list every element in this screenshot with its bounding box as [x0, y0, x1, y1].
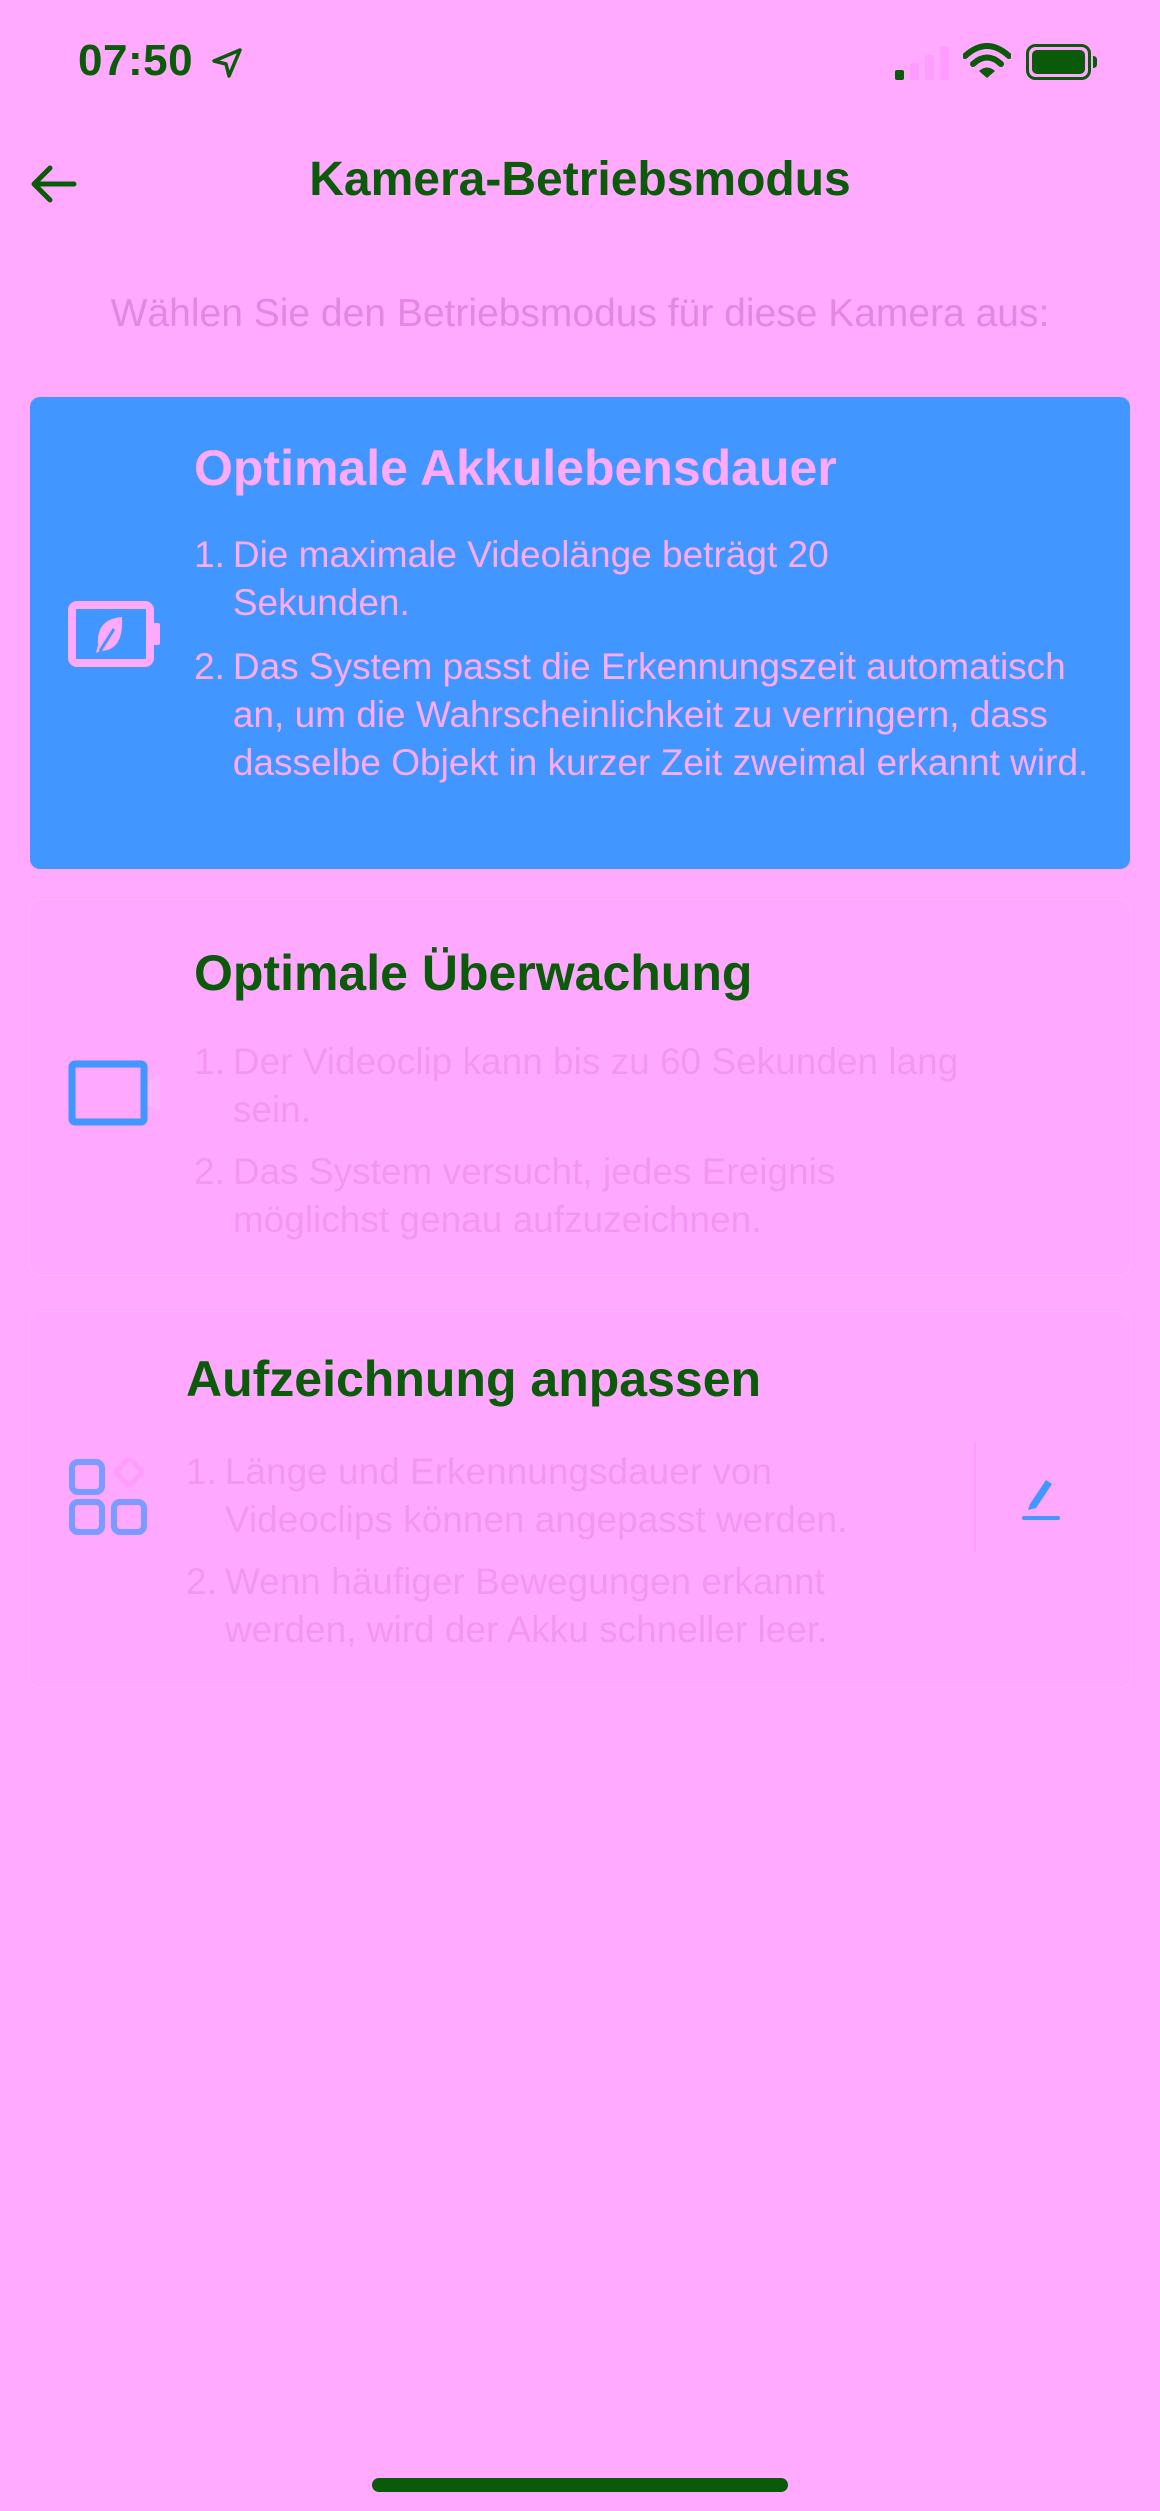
- item-text: Länge und Erkennungsdauer von Videoclips…: [224, 1451, 848, 1540]
- item-number: 2.: [194, 646, 225, 687]
- item-number: 1.: [186, 1451, 217, 1492]
- item-number: 1.: [194, 534, 225, 575]
- page-title: Kamera-Betriebsmodus: [309, 153, 851, 206]
- mode-card-custom[interactable]: Aufzeichnung anpassen 1. Länge und Erken…: [30, 1312, 1130, 1687]
- instruction-text: Wählen Sie den Betriebsmodus für diese K…: [110, 292, 1050, 335]
- mode-card-battery[interactable]: Optimale Akkulebensdauer 1. Die maximale…: [30, 397, 1130, 869]
- battery-leaf-icon: [68, 601, 160, 667]
- mode-feature-item: 2. Wenn häufiger Bewegungen erkannt werd…: [186, 1558, 966, 1654]
- screen: 07:50 Kamera-Betriebsmodus Wählen Sie de…: [0, 0, 1160, 2511]
- edit-divider: [974, 1442, 976, 1552]
- location-arrow-icon: [212, 48, 242, 78]
- battery-icon: [1026, 44, 1097, 80]
- item-number: 1.: [194, 1041, 225, 1082]
- item-text: Der Videoclip kann bis zu 60 Sekunden la…: [232, 1041, 959, 1130]
- mode-feature-item: 2. Das System versucht, jedes Ereignis m…: [194, 1148, 1044, 1244]
- status-bar: 07:50: [0, 0, 1160, 130]
- item-text: Das System passt die Erkennungszeit auto…: [232, 646, 1089, 783]
- mode-feature-item: 1. Die maximale Videolänge beträgt 20 Se…: [194, 531, 1044, 627]
- mode-feature-item: 1. Länge und Erkennungsdauer von Videocl…: [186, 1448, 966, 1544]
- customize-grid-icon: [69, 1458, 147, 1535]
- item-number: 2.: [186, 1561, 217, 1602]
- item-number: 2.: [194, 1151, 225, 1192]
- home-indicator[interactable]: [372, 2478, 788, 2492]
- cellular-signal-icon: [895, 46, 949, 80]
- mode-title: Optimale Überwachung: [194, 945, 753, 1001]
- mode-feature-item: 2. Das System passt die Erkennungszeit a…: [194, 643, 1114, 787]
- video-camera-icon: [68, 1060, 160, 1126]
- item-text: Das System versucht, jedes Ereignis mögl…: [232, 1151, 836, 1240]
- mode-title: Aufzeichnung anpassen: [186, 1351, 762, 1407]
- pencil-icon[interactable]: [1006, 1462, 1076, 1532]
- mode-card-surveillance[interactable]: Optimale Überwachung 1. Der Videoclip ka…: [30, 900, 1130, 1275]
- navigation-header: Kamera-Betriebsmodus: [0, 140, 1160, 230]
- wifi-icon: [963, 43, 1011, 78]
- item-text: Wenn häufiger Bewegungen erkannt werden,…: [224, 1561, 828, 1650]
- mode-feature-item: 1. Der Videoclip kann bis zu 60 Sekunden…: [194, 1038, 1044, 1134]
- item-text: Die maximale Videolänge beträgt 20 Sekun…: [232, 534, 829, 623]
- status-time: 07:50: [78, 36, 194, 85]
- mode-title: Optimale Akkulebensdauer: [194, 440, 837, 496]
